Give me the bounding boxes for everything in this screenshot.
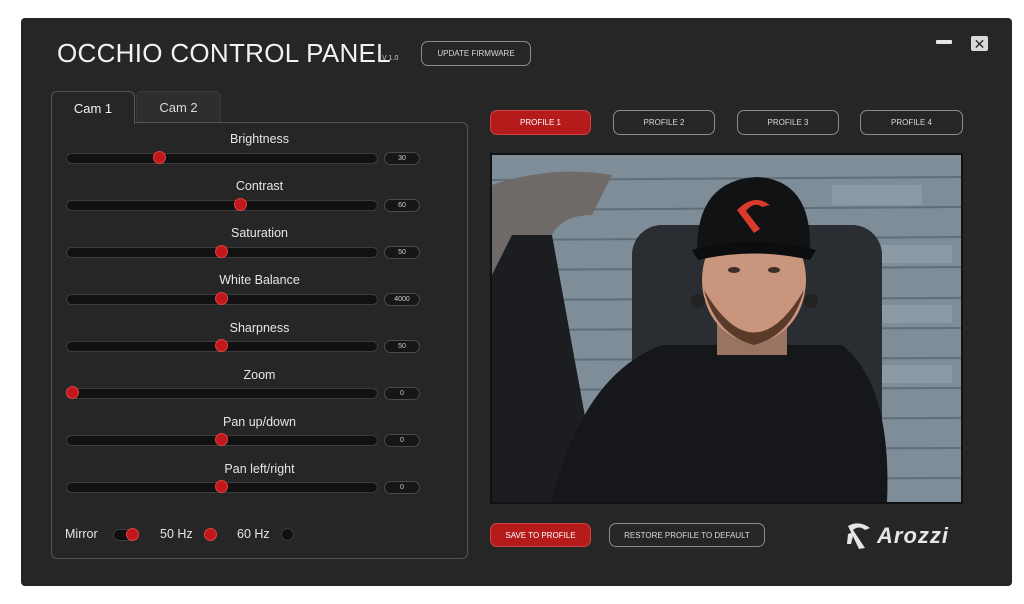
mirror-label: Mirror xyxy=(65,527,98,541)
camera-settings-panel: Brightness 30 Contrast 60 Saturation 50 … xyxy=(51,122,468,559)
tab-cam-1[interactable]: Cam 1 xyxy=(51,91,135,124)
saturation-value: 50 xyxy=(384,246,420,259)
white-balance-label: White Balance xyxy=(219,273,300,287)
arozzi-logo: Arozzi xyxy=(845,522,949,550)
mirror-toggle-knob[interactable] xyxy=(126,528,139,541)
hz60-radio[interactable] xyxy=(281,528,294,541)
pan-up-down-slider-handle[interactable] xyxy=(215,433,228,446)
profile-1-button[interactable]: PROFILE 1 xyxy=(490,110,591,135)
zoom-slider-handle[interactable] xyxy=(66,386,80,399)
zoom-slider[interactable] xyxy=(66,386,378,399)
contrast-value: 60 xyxy=(384,199,420,212)
camera-feed-image xyxy=(492,155,961,502)
pan-left-right-label: Pan left/right xyxy=(224,462,295,476)
update-firmware-button[interactable]: UPDATE FIRMWARE xyxy=(421,41,531,66)
contrast-slider-handle[interactable] xyxy=(233,198,247,211)
save-to-profile-button[interactable]: SAVE TO PROFILE xyxy=(490,523,591,547)
hz50-radio[interactable] xyxy=(204,528,217,541)
contrast-label: Contrast xyxy=(235,179,284,193)
app-title: OCCHIO CONTROL PANEL xyxy=(57,38,391,68)
saturation-slider[interactable] xyxy=(66,245,378,258)
white-balance-value: 4000 xyxy=(384,293,420,306)
pan-left-right-value: 0 xyxy=(384,481,420,494)
sharpness-value: 50 xyxy=(384,340,420,353)
arozzi-logo-text: Arozzi xyxy=(877,523,949,548)
zoom-value: 0 xyxy=(384,387,420,400)
sharpness-label: Sharpness xyxy=(229,321,290,335)
pan-up-down-value: 0 xyxy=(384,434,420,447)
saturation-slider-handle[interactable] xyxy=(215,245,228,258)
minimize-icon[interactable] xyxy=(936,40,952,44)
pan-left-right-slider-handle[interactable] xyxy=(215,480,228,493)
contrast-slider[interactable] xyxy=(66,198,378,211)
pan-left-right-slider[interactable] xyxy=(66,480,378,493)
camera-preview xyxy=(490,153,963,504)
hz60-label: 60 Hz xyxy=(237,527,270,541)
profile-4-button[interactable]: PROFILE 4 xyxy=(860,110,963,135)
hz50-label: 50 Hz xyxy=(160,527,193,541)
brightness-label: Brightness xyxy=(229,132,290,146)
sharpness-slider-handle[interactable] xyxy=(215,339,228,352)
white-balance-slider-handle[interactable] xyxy=(215,292,228,305)
profile-3-button[interactable]: PROFILE 3 xyxy=(737,110,839,135)
arozzi-logo-icon xyxy=(847,523,870,549)
brightness-slider[interactable] xyxy=(66,151,378,164)
zoom-label: Zoom xyxy=(243,368,276,382)
pan-up-down-slider[interactable] xyxy=(66,433,378,446)
brightness-slider-handle[interactable] xyxy=(153,151,166,164)
saturation-label: Saturation xyxy=(231,226,288,240)
version-label: V 1.0 xyxy=(382,55,399,62)
white-balance-slider[interactable] xyxy=(66,292,378,305)
mirror-toggle[interactable] xyxy=(113,528,139,541)
close-icon[interactable]: ✕ xyxy=(971,36,988,51)
profile-2-button[interactable]: PROFILE 2 xyxy=(613,110,715,135)
app-window: OCCHIO CONTROL PANEL V 1.0 UPDATE FIRMWA… xyxy=(21,18,1012,586)
restore-profile-button[interactable]: RESTORE PROFILE TO DEFAULT xyxy=(609,523,765,547)
sharpness-slider[interactable] xyxy=(66,339,378,352)
pan-up-down-label: Pan up/down xyxy=(223,415,296,429)
tab-cam-2[interactable]: Cam 2 xyxy=(136,91,221,123)
brightness-value: 30 xyxy=(384,152,420,165)
